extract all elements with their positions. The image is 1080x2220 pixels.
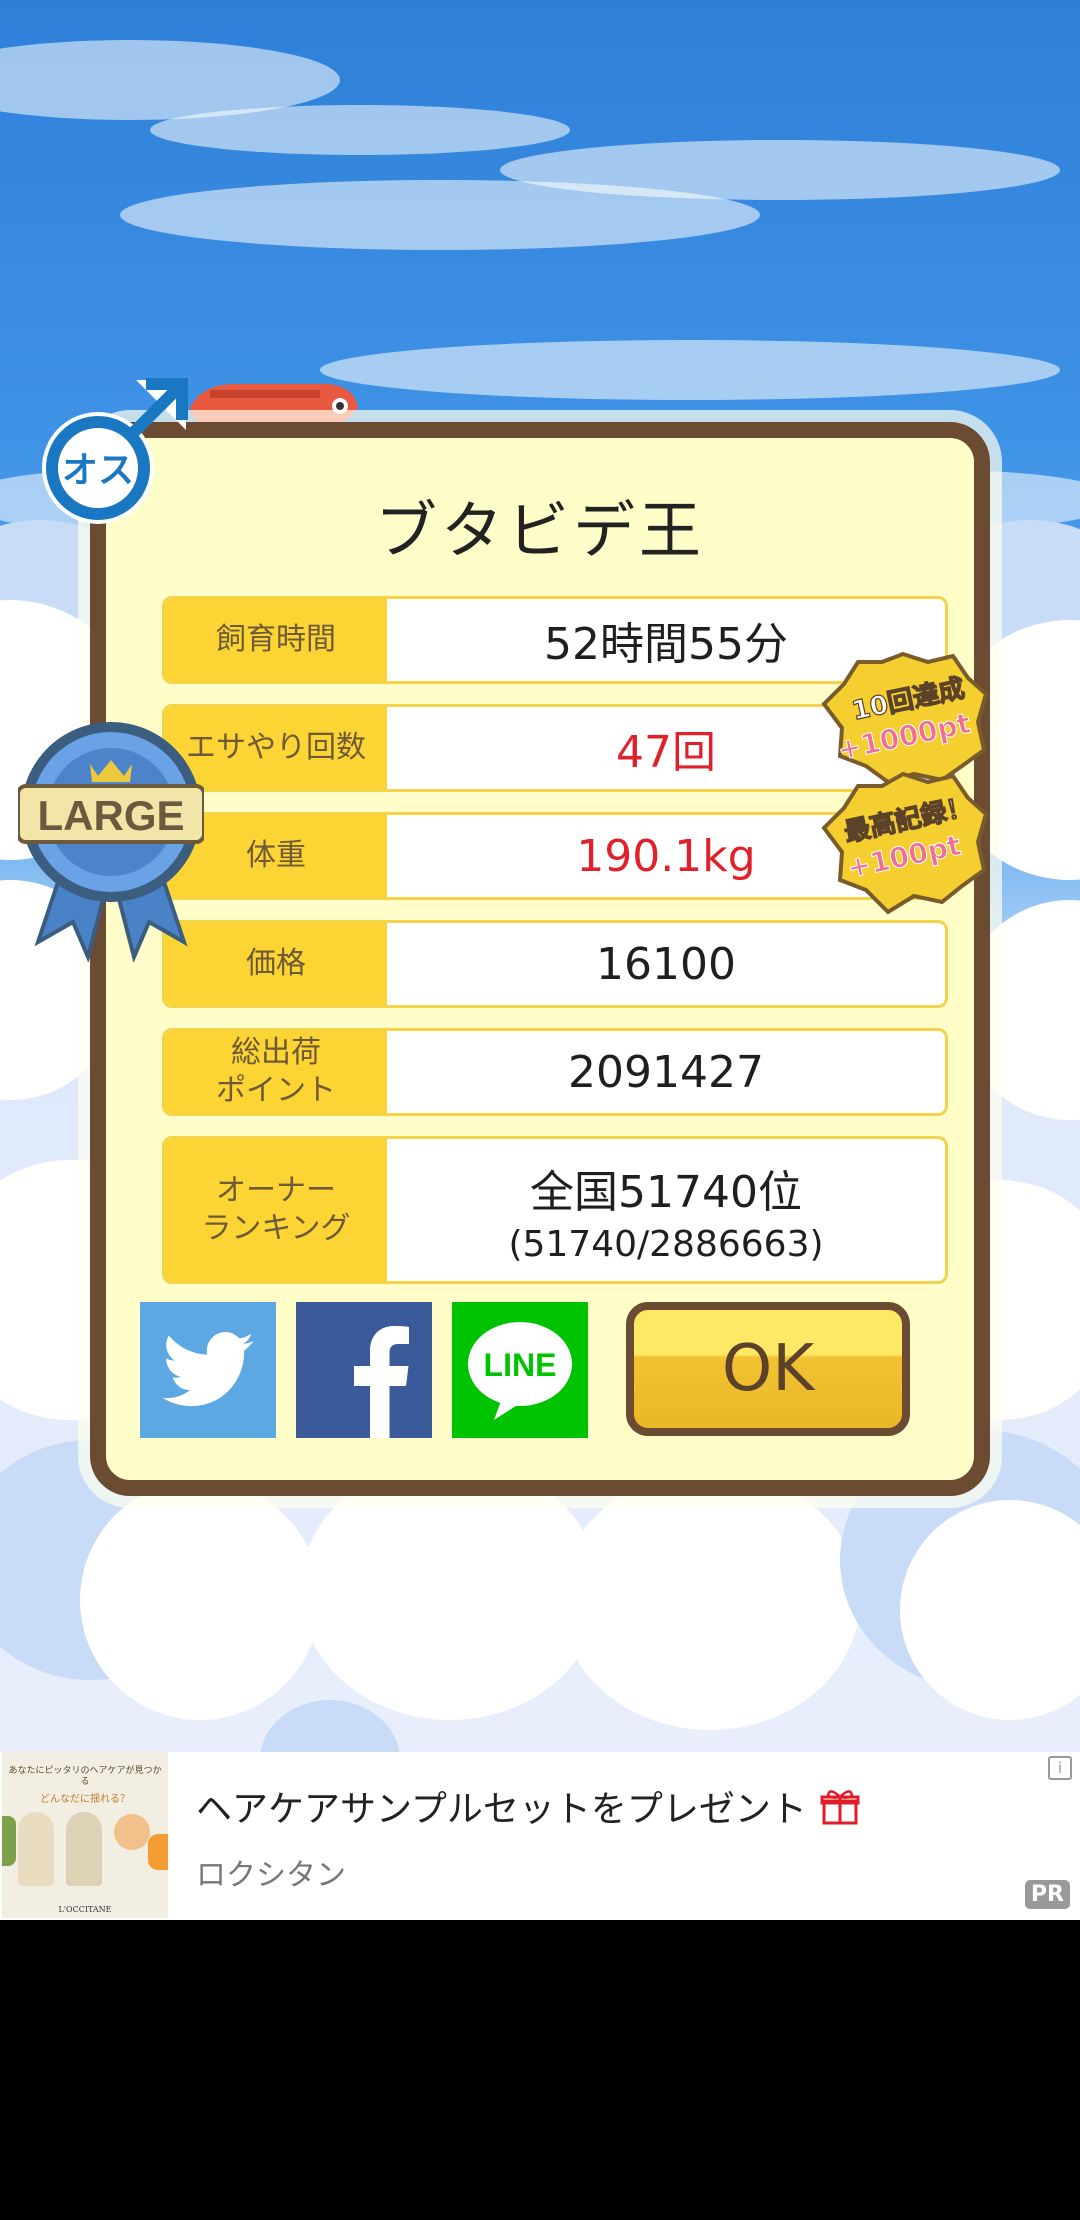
facebook-share-button[interactable] [296, 1302, 432, 1438]
ad-pr-badge: PR [1024, 1880, 1070, 1909]
pig-title: ブタビデ王 [374, 494, 705, 567]
stat-value: 16100 [596, 938, 736, 990]
stat-row-shipment-points: 総出荷 ポイント 2091427 [162, 1028, 948, 1116]
twitter-bird-icon [162, 1332, 254, 1407]
ad-image-brand: L'OCCITANE [58, 1905, 112, 1914]
game-background: ブタビデ王 飼育時間 52時間55分 エサやり回数 47回 体重 190.1kg… [0, 0, 1080, 1752]
gender-text: オス [62, 450, 134, 491]
ranking-value: 全国51740位 (51740/2886663) [387, 1139, 945, 1281]
ribbon-icon: LARGE [18, 722, 204, 962]
ad-image-headline: あなたにピッタリのヘアケアが見つかる [8, 1766, 162, 1787]
ad-image-question: どんなだに揺れる？ [40, 1794, 130, 1805]
line-logo-text: LINE [484, 1347, 557, 1383]
stat-row-owner-ranking: オーナー ランキング 全国51740位 (51740/2886663) [162, 1136, 948, 1284]
line-share-button[interactable]: LINE [452, 1302, 588, 1438]
size-badge-text: LARGE [38, 792, 185, 839]
bonus-badges: 10回達成 +1000pt 最高記録！ +100pt [821, 651, 988, 915]
stat-label: オーナー ランキング [165, 1139, 387, 1281]
twitter-share-button[interactable] [140, 1302, 276, 1438]
ok-button[interactable]: OK [626, 1302, 910, 1436]
ad-banner[interactable]: あなたにピッタリのヘアケアが見つかる どんなだに揺れる？ L'OCCITANE … [0, 1752, 1080, 1920]
ad-illustration [148, 1834, 168, 1870]
ad-advertiser: ロクシタン [196, 1858, 346, 1893]
ad-info-icon[interactable]: i [1048, 1756, 1072, 1780]
stat-label: 総出荷 ポイント [165, 1031, 387, 1113]
ad-illustration [2, 1816, 16, 1866]
male-symbol-icon: オス [42, 378, 188, 524]
facebook-f-icon [354, 1326, 409, 1438]
ranking-detail: (51740/2886663) [508, 1223, 824, 1265]
ranking-position: 全国51740位 [530, 1166, 802, 1218]
stat-value: 2091427 [568, 1046, 764, 1098]
stat-label: 飼育時間 [165, 599, 387, 681]
line-icon: LINE [468, 1322, 572, 1420]
ad-illustration [114, 1814, 150, 1850]
ad-title-text: ヘアケアサンプルセットをプレゼント [196, 1789, 807, 1830]
ad-title[interactable]: ヘアケアサンプルセットをプレゼント [196, 1780, 860, 1832]
ad-illustration [66, 1812, 102, 1886]
ad-illustration [18, 1812, 54, 1886]
result-panel: ブタビデ王 飼育時間 52時間55分 エサやり回数 47回 体重 190.1kg… [90, 422, 990, 1496]
gift-icon [820, 1790, 860, 1825]
stat-row-price: 価格 16100 [162, 920, 948, 1008]
ad-image[interactable]: あなたにピッタリのヘアケアが見つかる どんなだに揺れる？ L'OCCITANE [2, 1752, 168, 1918]
